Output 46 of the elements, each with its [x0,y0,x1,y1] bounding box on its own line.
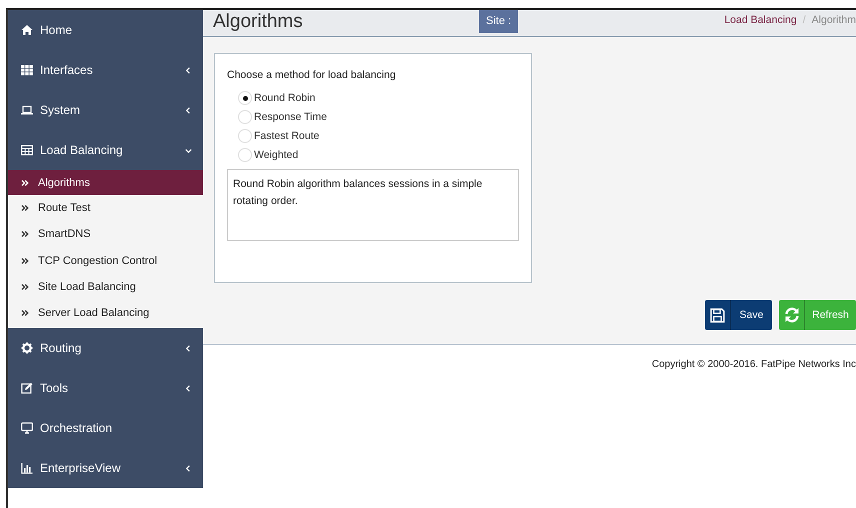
radio-button[interactable] [238,110,252,124]
breadcrumb-current: Algorithm [812,14,856,26]
laptop-icon [21,104,33,116]
submenu-item[interactable]: Route Test [8,195,203,222]
page-title: Algorithms [213,10,304,34]
bar-chart-icon [21,462,33,474]
radio-button[interactable] [238,148,252,162]
option-label: Weighted [254,149,298,161]
gear-icon [21,342,33,354]
table-icon [21,144,33,156]
copyright-text: Copyright © 2000-2016. FatPipe Networks Inc [652,359,856,370]
nav-item[interactable]: Orchestration [8,408,203,448]
nav-item[interactable]: Routing [8,328,203,368]
radio-button[interactable] [238,129,252,143]
card-heading: Choose a method for load balancing [227,69,397,81]
description-box: Round Robin algorithm balances sessions in a simple rotating order. [227,169,519,241]
home-icon [21,24,33,36]
breadcrumb-separator: / [802,14,806,26]
submenu-item[interactable]: SmartDNS [8,221,203,248]
double-chevron-icon [21,230,29,238]
grid-icon [21,64,33,76]
save-button[interactable]: Save [705,300,772,330]
nav-item[interactable]: EnterpriseView [8,448,203,488]
nav-item[interactable]: Load Balancing [8,130,203,170]
option-label: Fastest Route [254,130,320,142]
nav-item[interactable]: Tools [8,368,203,408]
submenu-item[interactable]: Algorithms [8,170,203,195]
double-chevron-icon [21,256,29,265]
refresh-icon [784,307,800,323]
submenu-item[interactable]: Server Load Balancing [8,300,203,326]
submenu-item[interactable]: Site Load Balancing [8,274,203,300]
nav-item[interactable]: System [8,90,203,130]
double-chevron-icon [21,309,29,318]
option-label: Response Time [254,111,327,123]
edit-icon [21,382,33,394]
option-label: Round Robin [254,92,316,104]
site-label: Site : [479,10,518,33]
double-chevron-icon [21,204,29,212]
nav-item[interactable]: Interfaces [8,50,203,90]
nav-item[interactable]: Home [8,10,203,50]
monitor-icon [21,422,33,434]
submenu-item[interactable]: TCP Congestion Control [8,248,203,274]
radio-button[interactable] [238,91,252,105]
breadcrumb-link[interactable]: Load Balancing [724,14,797,26]
double-chevron-icon [21,178,29,186]
double-chevron-icon [21,283,29,292]
